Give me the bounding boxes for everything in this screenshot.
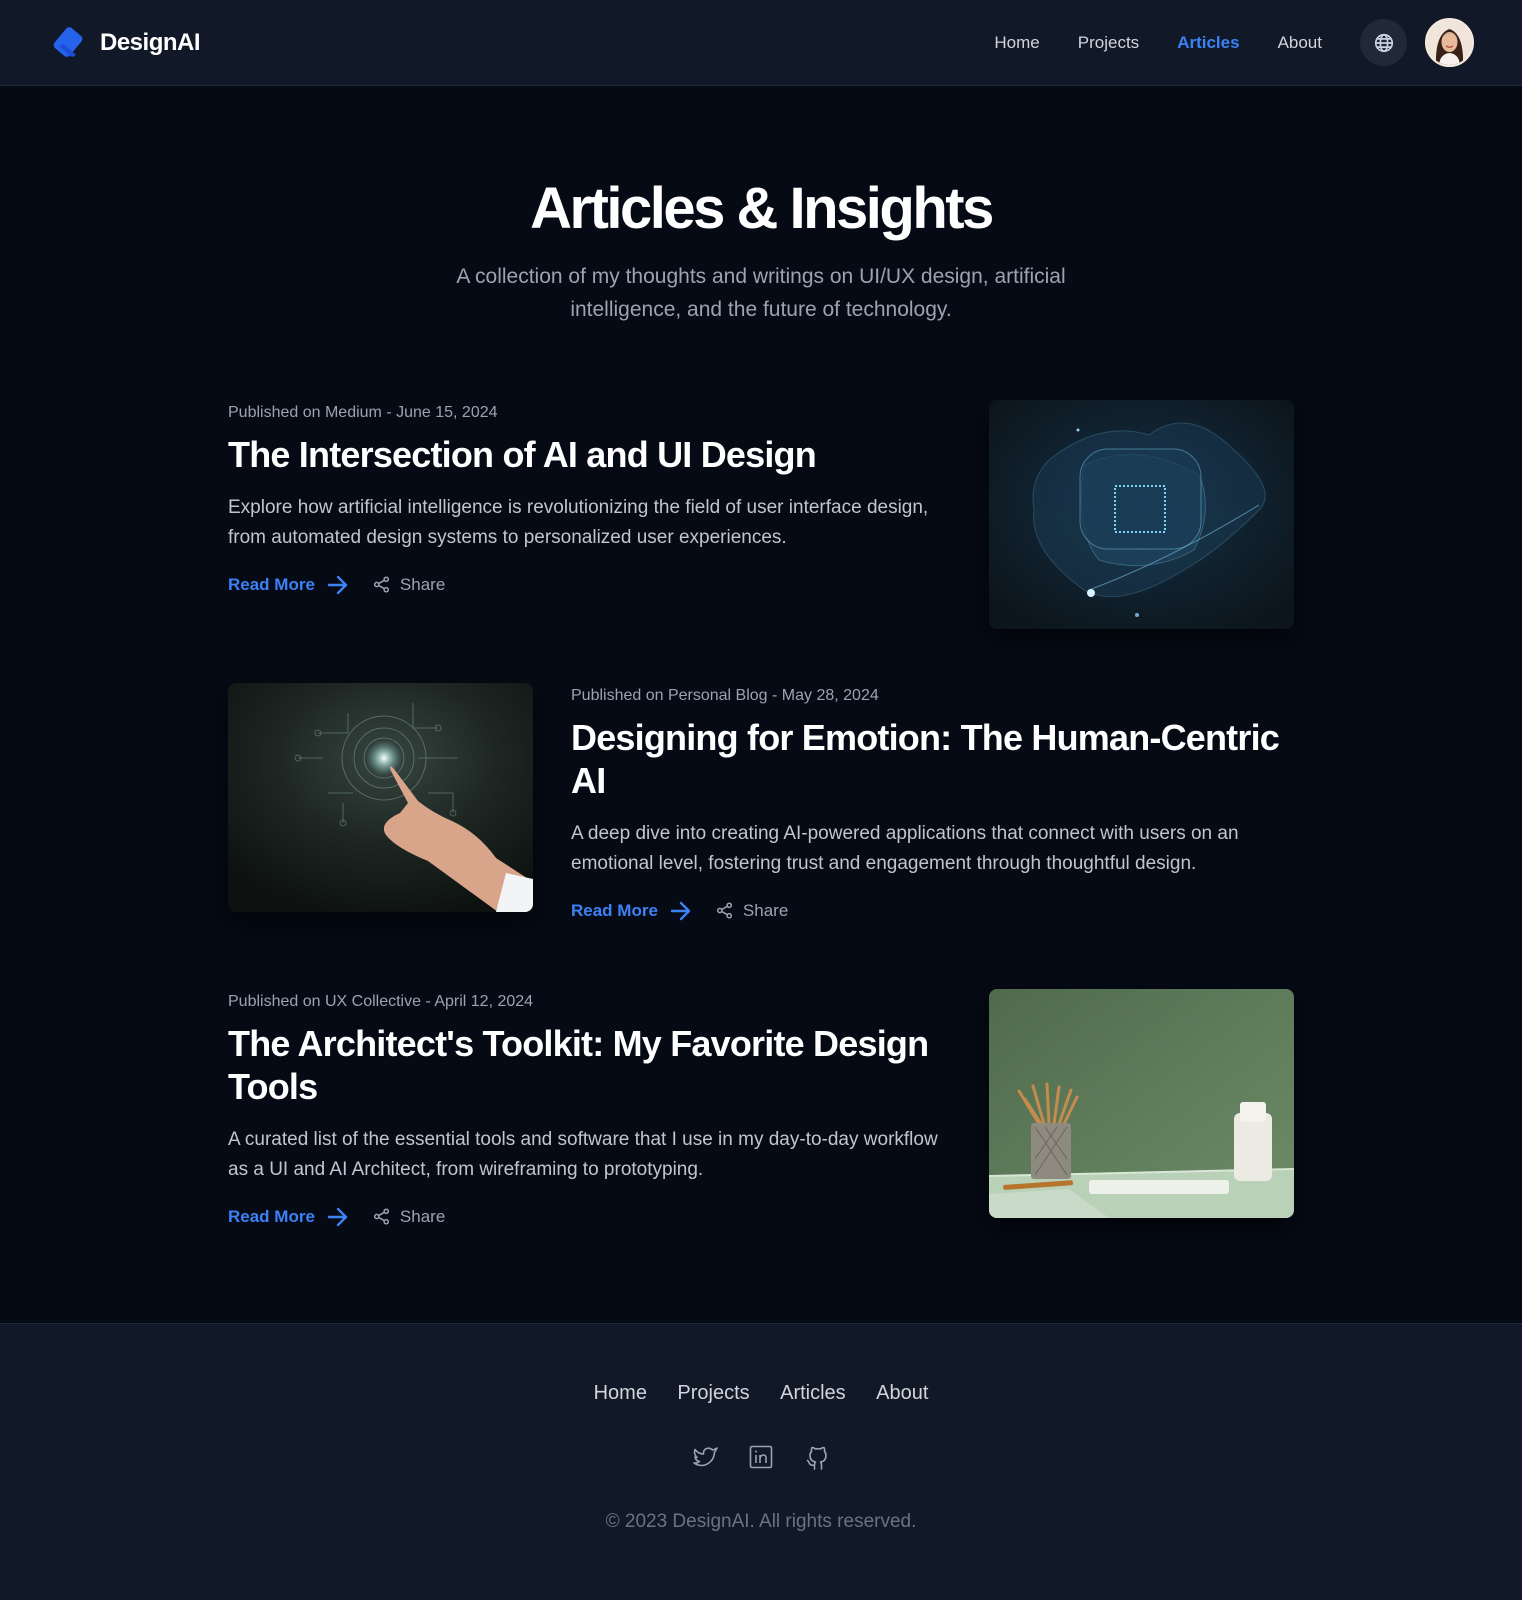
- twitter-icon[interactable]: [693, 1445, 718, 1469]
- nav-about[interactable]: About: [1278, 33, 1322, 53]
- article-card: Published on UX Collective - April 12, 2…: [228, 988, 1294, 1227]
- article-card: Published on Personal Blog - May 28, 202…: [228, 682, 1294, 921]
- nav-articles[interactable]: Articles: [1177, 33, 1239, 53]
- read-more-label: Read More: [228, 1206, 315, 1226]
- globe-icon: [1374, 33, 1393, 52]
- article-content: Published on Personal Blog - May 28, 202…: [533, 683, 1294, 921]
- share-button[interactable]: Share: [373, 1207, 445, 1227]
- article-thumbnail[interactable]: [989, 399, 1294, 629]
- nav-projects[interactable]: Projects: [1078, 33, 1139, 53]
- brand-name: DesignAI: [100, 28, 201, 56]
- language-button[interactable]: [1360, 19, 1407, 66]
- article-meta: Published on Personal Blog - May 28, 202…: [571, 686, 879, 704]
- share-label: Share: [742, 900, 789, 920]
- user-avatar[interactable]: [1425, 18, 1474, 67]
- read-more-link[interactable]: Read More: [228, 1207, 349, 1227]
- avatar-portrait: [1427, 20, 1472, 65]
- top-navbar: DesignAI Home Projects Articles About: [0, 0, 1522, 86]
- design-logo-icon: [53, 26, 83, 57]
- article-title[interactable]: The Architect's Toolkit: My Favorite Des…: [228, 1022, 939, 1108]
- site-footer: Home Projects Articles About © 2023 Desi…: [0, 1323, 1522, 1600]
- read-more-label: Read More: [571, 900, 658, 920]
- article-title[interactable]: Designing for Emotion: The Human-Centric…: [571, 716, 1294, 802]
- brand[interactable]: DesignAI: [50, 25, 201, 61]
- article-description: A curated list of the essential tools an…: [228, 1128, 938, 1180]
- arrow-right-icon: [670, 901, 691, 920]
- footer-nav: Home Projects Articles About: [0, 1382, 1522, 1405]
- social-links: [0, 1445, 1522, 1470]
- footer-link-projects[interactable]: Projects: [677, 1382, 749, 1404]
- article-description: A deep dive into creating AI-powered app…: [571, 822, 1239, 874]
- arrow-right-icon: [327, 1207, 348, 1226]
- article-meta: Published on UX Collective - April 12, 2…: [228, 992, 534, 1010]
- share-button[interactable]: Share: [373, 575, 445, 595]
- article-actions: Read More Share: [571, 901, 1294, 921]
- github-icon[interactable]: [805, 1445, 829, 1470]
- article-thumbnail[interactable]: [228, 682, 533, 912]
- share-icon: [716, 902, 732, 919]
- article-thumbnail[interactable]: [989, 988, 1294, 1218]
- hand-touch-illustration: [228, 682, 533, 912]
- footer-link-articles[interactable]: Articles: [780, 1382, 846, 1404]
- footer-link-about[interactable]: About: [876, 1382, 928, 1404]
- article-title[interactable]: The Intersection of AI and UI Design: [228, 433, 939, 476]
- arrow-right-icon: [327, 575, 348, 594]
- article-meta: Published on Medium - June 15, 2024: [228, 403, 498, 421]
- copyright-text: © 2023 DesignAI. All rights reserved.: [605, 1511, 917, 1532]
- read-more-link[interactable]: Read More: [228, 575, 349, 595]
- article-actions: Read More Share: [228, 575, 939, 595]
- share-icon: [373, 576, 389, 593]
- article-card: Published on Medium - June 15, 2024 The …: [228, 399, 1294, 629]
- read-more-label: Read More: [228, 574, 315, 594]
- article-content: Published on UX Collective - April 12, 2…: [228, 989, 989, 1227]
- linkedin-icon[interactable]: [749, 1445, 773, 1469]
- article-content: Published on Medium - June 15, 2024 The …: [228, 400, 989, 595]
- read-more-link[interactable]: Read More: [571, 901, 692, 921]
- desk-tools-illustration: [989, 988, 1294, 1218]
- nav-home[interactable]: Home: [994, 33, 1039, 53]
- share-label: Share: [399, 574, 446, 594]
- share-button[interactable]: Share: [716, 901, 788, 921]
- share-label: Share: [399, 1206, 446, 1226]
- share-icon: [373, 1208, 389, 1225]
- main-nav: Home Projects Articles About: [956, 18, 1474, 67]
- article-actions: Read More Share: [228, 1207, 939, 1227]
- footer-link-home[interactable]: Home: [594, 1382, 647, 1404]
- article-list: Published on Medium - June 15, 2024 The …: [228, 399, 1294, 1227]
- ai-chip-illustration: [989, 399, 1294, 629]
- hero-section: Articles & Insights A collection of my t…: [0, 86, 1522, 326]
- article-description: Explore how artificial intelligence is r…: [228, 496, 929, 548]
- page-title: Articles & Insights: [530, 176, 994, 241]
- page-subtitle: A collection of my thoughts and writings…: [456, 264, 1066, 321]
